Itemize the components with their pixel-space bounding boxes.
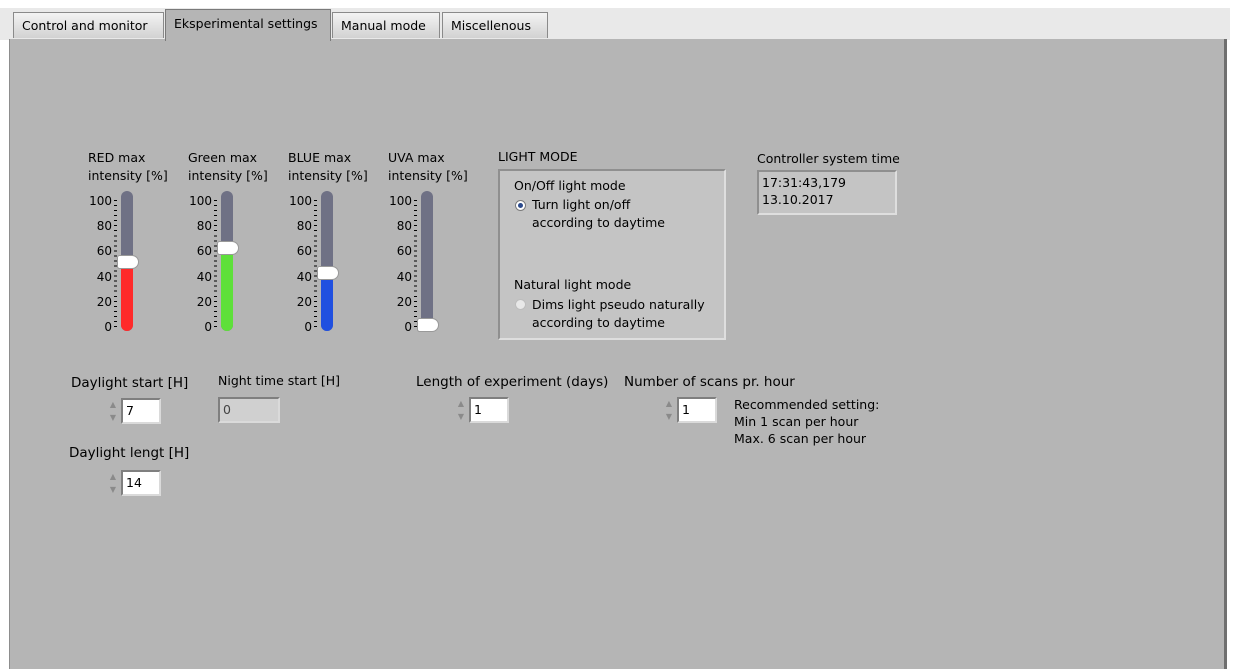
slider-tick-marks (414, 200, 417, 328)
daylight-length-label: Daylight lengt [H] (69, 445, 190, 461)
slider-fill (321, 272, 333, 331)
daylight-length-spinner[interactable]: ▲ ▼ (107, 470, 119, 496)
slider-thumb[interactable] (318, 266, 338, 279)
natural-option-label[interactable]: Dims light pseudo naturally according to… (532, 296, 705, 332)
natural-radio[interactable] (515, 299, 526, 310)
slider-tick-marks (214, 200, 217, 328)
tab-control-and-monitor[interactable]: Control and monitor (13, 12, 164, 38)
tab-eksperimental-settings[interactable]: Eksperimental settings (165, 9, 331, 41)
system-date-value: 13.10.2017 (762, 192, 834, 207)
slider-tick-marks (314, 200, 317, 328)
slider-tick-label: 60 (196, 244, 212, 259)
slider-tick-label: 100 (289, 194, 312, 208)
experiment-length-input[interactable]: 1 (469, 397, 509, 423)
slider-tick-label: 0 (104, 320, 112, 334)
slider-tick-label: 100 (89, 194, 112, 208)
slider-tick-label: 40 (396, 269, 412, 284)
slider-fill (221, 248, 233, 331)
light-mode-title: LIGHT MODE (498, 149, 578, 164)
slider-tick-label: 80 (396, 219, 412, 234)
system-time-display: 17:31:43,179 13.10.2017 (757, 170, 897, 215)
decrement-icon[interactable]: ▼ (663, 410, 675, 423)
daylight-start-label: Daylight start [H] (71, 375, 189, 391)
daylight-start-spinner[interactable]: ▲ ▼ (107, 398, 119, 424)
slider-label: Green max intensity [%] (188, 150, 268, 183)
slider-tick-label: 60 (296, 244, 312, 259)
slider-label: RED max intensity [%] (88, 150, 168, 183)
slider-tick-label: 100 (189, 194, 212, 208)
recommendation-text: Recommended setting: Min 1 scan per hour… (734, 397, 880, 446)
increment-icon[interactable]: ▲ (455, 397, 467, 410)
tab-manual-mode[interactable]: Manual mode (332, 12, 440, 38)
increment-icon[interactable]: ▲ (663, 397, 675, 410)
slider-fill (121, 262, 133, 331)
scans-per-hour-input[interactable]: 1 (677, 397, 717, 423)
slider-thumb[interactable] (118, 256, 138, 269)
slider-tick-label: 60 (396, 244, 412, 259)
slider-tick-label: 40 (196, 269, 212, 284)
slider-tick-label: 80 (196, 219, 212, 234)
settings-panel: RED max intensity [%] 100 80 60 40 20 0 Green m… (9, 39, 1227, 669)
slider-tick-label: 20 (396, 294, 412, 309)
increment-icon[interactable]: ▲ (107, 398, 119, 411)
slider-track[interactable] (221, 191, 233, 331)
slider-tick-label: 40 (96, 269, 112, 284)
tab-miscellenous[interactable]: Miscellenous (442, 12, 548, 38)
slider-tick-label: 0 (304, 320, 312, 334)
slider-tick-label: 0 (404, 320, 412, 334)
slider-tick-label: 20 (196, 294, 212, 309)
slider-tick-marks (114, 200, 117, 328)
slider-label: BLUE max intensity [%] (288, 150, 368, 183)
slider-tick-label: 80 (296, 219, 312, 234)
experiment-length-label: Length of experiment (days) (416, 374, 609, 390)
scans-per-hour-label: Number of scans pr. hour (624, 374, 795, 390)
decrement-icon[interactable]: ▼ (107, 483, 119, 496)
scans-per-hour-spinner[interactable]: ▲ ▼ (663, 397, 675, 423)
decrement-icon[interactable]: ▼ (107, 411, 119, 424)
slider-label: UVA max intensity [%] (388, 150, 468, 183)
night-start-display: 0 (218, 397, 280, 423)
slider-tick-label: 40 (296, 269, 312, 284)
increment-icon[interactable]: ▲ (107, 470, 119, 483)
natural-mode-title: Natural light mode (514, 277, 632, 292)
system-time-label: Controller system time (757, 151, 900, 166)
daylight-start-input[interactable]: 7 (121, 398, 161, 424)
onoff-option-label[interactable]: Turn light on/off according to daytime (532, 196, 665, 232)
decrement-icon[interactable]: ▼ (455, 410, 467, 423)
light-mode-box: On/Off light mode Turn light on/off acco… (498, 169, 726, 340)
onoff-radio[interactable] (515, 200, 526, 211)
slider-tick-label: 20 (96, 294, 112, 309)
experiment-length-spinner[interactable]: ▲ ▼ (455, 397, 467, 423)
night-start-label: Night time start [H] (218, 373, 341, 388)
slider-thumb[interactable] (218, 242, 238, 255)
slider-track[interactable] (321, 191, 333, 331)
slider-track[interactable] (421, 191, 433, 331)
slider-thumb[interactable] (418, 319, 438, 331)
slider-tick-label: 0 (204, 320, 212, 334)
system-time-value: 17:31:43,179 (762, 175, 846, 190)
slider-tick-label: 60 (96, 244, 112, 259)
slider-tick-label: 80 (96, 219, 112, 234)
slider-tick-label: 20 (296, 294, 312, 309)
onoff-mode-title: On/Off light mode (514, 178, 626, 193)
daylight-length-input[interactable]: 14 (121, 470, 161, 496)
slider-tick-label: 100 (389, 194, 412, 208)
